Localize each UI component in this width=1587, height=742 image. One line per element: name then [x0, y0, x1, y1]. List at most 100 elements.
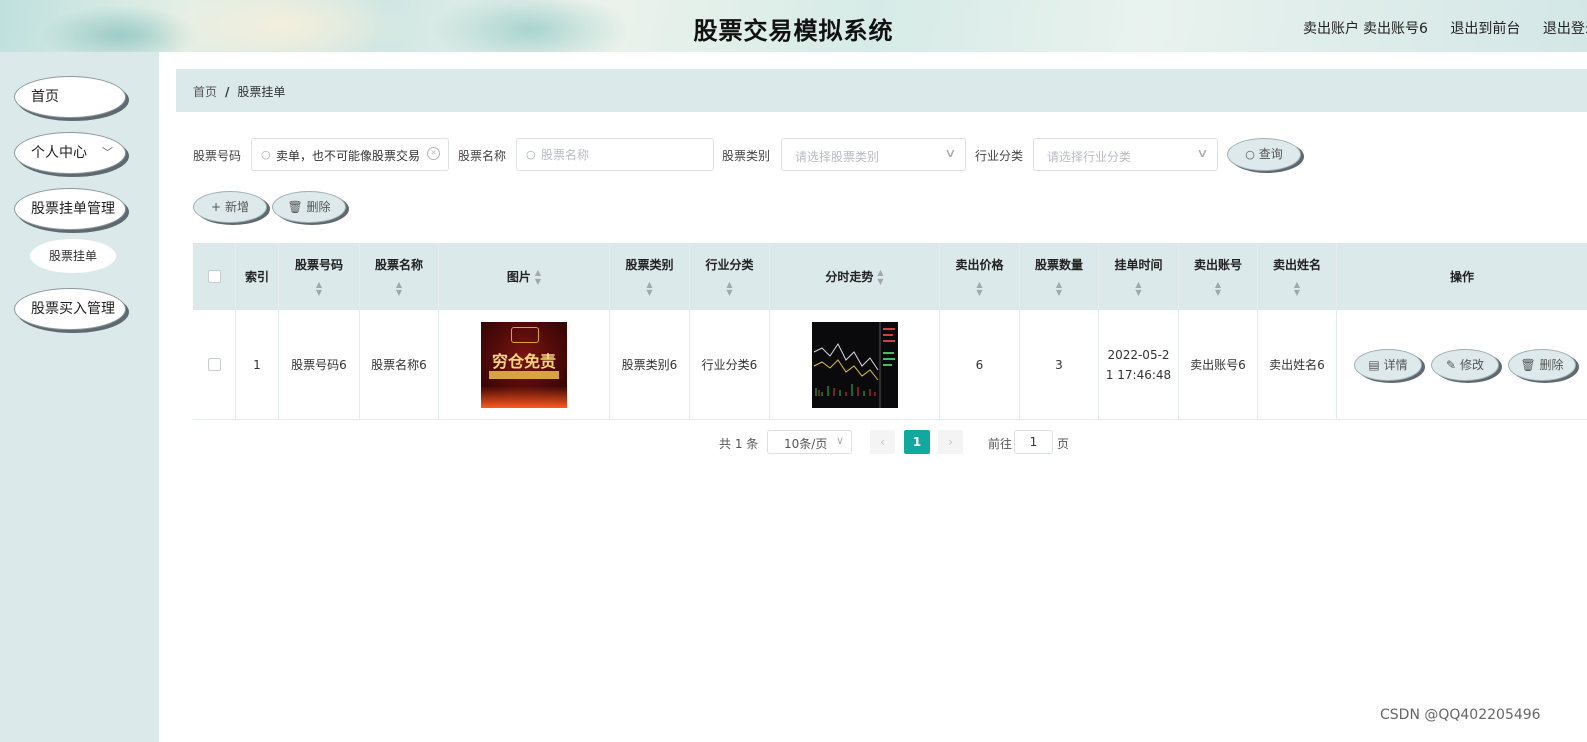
sort-icon[interactable]: ▲ ▼	[535, 268, 541, 286]
detail-button-label: 详情	[1383, 358, 1408, 372]
type-select-placeholder: 请选择股票类别	[795, 150, 880, 164]
header-price[interactable]: 卖出价格 ▲ ▼	[940, 243, 1020, 310]
sidebar-item-order-management[interactable]: 股票挂单管理	[14, 188, 126, 230]
detail-button[interactable]: ▤ 详情	[1354, 349, 1422, 381]
industry-select[interactable]: 请选择行业分类 ∨	[1033, 138, 1218, 171]
header-operations: 操作	[1337, 243, 1587, 310]
cell-price: 6	[940, 310, 1020, 419]
trend-chart-graphic	[813, 321, 895, 408]
header-label: 卖出价格	[955, 258, 1004, 272]
cell-time: 2022-05-2 1 17:46:48	[1099, 310, 1179, 419]
stock-image[interactable]: 穷仓免责	[481, 321, 567, 408]
sort-icon[interactable]: ▲ ▼	[396, 281, 402, 297]
chevron-down-icon: ∨	[835, 434, 844, 447]
breadcrumb-home[interactable]: 首页	[193, 85, 217, 99]
search-button[interactable]: ○ 查询	[1227, 138, 1301, 171]
sidebar-item-label: 个人中心	[31, 145, 87, 161]
edit-button[interactable]: ✎ 修改	[1431, 349, 1499, 381]
sidebar-item-buy-management[interactable]: 股票买入管理	[14, 288, 126, 330]
search-icon: ○	[526, 148, 536, 161]
header-index: 索引	[236, 243, 279, 310]
header-links: 卖出账户卖出账号6 退出到前台 退出登录	[1303, 18, 1587, 38]
clear-icon[interactable]: ✕	[427, 147, 440, 160]
breadcrumb-separator: /	[225, 85, 230, 99]
table-header: 索引 股票号码 ▲ ▼ 股票名称 ▲ ▼ 图片 ▲ ▼ 股票类别 ▲ ▼ 行业分类 ▲ ▼ 分时走势…	[193, 243, 1587, 310]
header-label: 图片	[506, 270, 531, 284]
breadcrumb-bar: 首页 / 股票挂单	[176, 69, 1587, 112]
trend-image[interactable]	[811, 321, 898, 408]
goto-page-value: 1	[1029, 435, 1038, 449]
time-line-2: 1 17:46:48	[1105, 367, 1172, 382]
name-input[interactable]	[541, 145, 691, 165]
row-delete-button-label: 删除	[1539, 358, 1564, 372]
cell-seller: 卖出姓名6	[1258, 310, 1337, 419]
sort-icon[interactable]: ▲ ▼	[646, 281, 652, 297]
add-button[interactable]: + 新增	[193, 191, 267, 223]
header-account[interactable]: 卖出账号 ▲ ▼	[1179, 243, 1258, 310]
header-image[interactable]: 图片 ▲ ▼	[439, 243, 610, 310]
header-label: 卖出姓名	[1272, 258, 1321, 272]
sort-icon[interactable]: ▲ ▼	[726, 281, 732, 297]
code-label: 股票号码	[193, 149, 242, 163]
sort-icon[interactable]: ▲ ▼	[976, 281, 982, 297]
sidebar-item-label: 股票买入管理	[31, 301, 115, 317]
header-label: 股票名称	[374, 258, 423, 272]
header-type[interactable]: 股票类别 ▲ ▼	[610, 243, 690, 310]
next-page-button[interactable]: ›	[938, 430, 963, 454]
search-button-label: 查询	[1258, 147, 1283, 161]
header-label: 股票类别	[625, 258, 674, 272]
header-code[interactable]: 股票号码 ▲ ▼	[279, 243, 360, 310]
sidebar-item-personal-center[interactable]: 个人中心 ﹀	[14, 132, 126, 174]
edit-button-label: 修改	[1459, 358, 1484, 372]
page-number-current[interactable]: 1	[904, 430, 930, 454]
watermark: CSDN @QQ402205496	[1380, 707, 1541, 723]
account-name: 卖出账号6	[1363, 21, 1428, 37]
back-to-front-link[interactable]: 退出到前台	[1450, 21, 1520, 37]
cell-name: 股票名称6	[360, 310, 439, 419]
sort-icon[interactable]: ▲ ▼	[1135, 281, 1141, 297]
type-label: 股票类别	[722, 149, 771, 163]
cell-type: 股票类别6	[610, 310, 690, 419]
industry-label: 行业分类	[975, 149, 1024, 163]
delete-button-label: 删除	[306, 200, 331, 214]
goto-page-input[interactable]: 1	[1014, 430, 1053, 454]
pagination-total: 共 1 条	[719, 437, 759, 451]
page-size-select[interactable]: 10条/页 ∨	[767, 430, 852, 454]
goto-label: 前往	[988, 437, 1013, 451]
code-input-wrapper: ○ ✕	[251, 138, 449, 171]
select-all-cell	[193, 243, 236, 310]
type-select[interactable]: 请选择股票类别 ∨	[781, 138, 966, 171]
sidebar-item-home[interactable]: 首页	[14, 76, 126, 118]
prev-page-button[interactable]: ‹	[870, 430, 895, 454]
select-all-checkbox[interactable]	[207, 270, 221, 283]
header-time[interactable]: 挂单时间 ▲ ▼	[1099, 243, 1179, 310]
ad-title: 穷仓免责	[491, 351, 556, 371]
sidebar-subitem-stock-orders[interactable]: 股票挂单	[30, 239, 116, 273]
header-trend[interactable]: 分时走势 ▲ ▼	[770, 243, 940, 310]
header-name[interactable]: 股票名称 ▲ ▼	[360, 243, 439, 310]
cell-image: 穷仓免责	[439, 310, 610, 419]
sort-icon[interactable]: ▲ ▼	[1294, 281, 1300, 297]
sort-icon[interactable]: ▲ ▼	[316, 281, 322, 297]
header-quantity[interactable]: 股票数量 ▲ ▼	[1020, 243, 1099, 310]
chevron-down-icon: ﹀	[102, 146, 113, 159]
row-delete-button[interactable]: 🗑 删除	[1508, 349, 1576, 381]
delete-button[interactable]: 🗑 删除	[272, 191, 346, 223]
page-size-value: 10条/页	[784, 437, 828, 451]
cell-account: 卖出账号6	[1179, 310, 1258, 419]
header-industry[interactable]: 行业分类 ▲ ▼	[690, 243, 770, 310]
header-label: 行业分类	[705, 258, 754, 272]
trash-icon: 🗑	[1520, 358, 1536, 372]
chevron-down-icon: ∨	[1196, 146, 1209, 160]
edit-icon: ✎	[1446, 358, 1457, 372]
header-seller[interactable]: 卖出姓名 ▲ ▼	[1258, 243, 1337, 310]
header-label: 挂单时间	[1114, 258, 1163, 272]
header-label: 分时走势	[825, 270, 874, 284]
logout-link[interactable]: 退出登录	[1543, 21, 1587, 37]
sort-icon[interactable]: ▲ ▼	[1215, 281, 1221, 297]
sort-icon[interactable]: ▲ ▼	[877, 268, 883, 286]
code-input[interactable]	[276, 145, 426, 165]
header-label: 索引	[244, 270, 269, 284]
row-checkbox[interactable]	[207, 358, 221, 371]
sort-icon[interactable]: ▲ ▼	[1056, 281, 1062, 297]
